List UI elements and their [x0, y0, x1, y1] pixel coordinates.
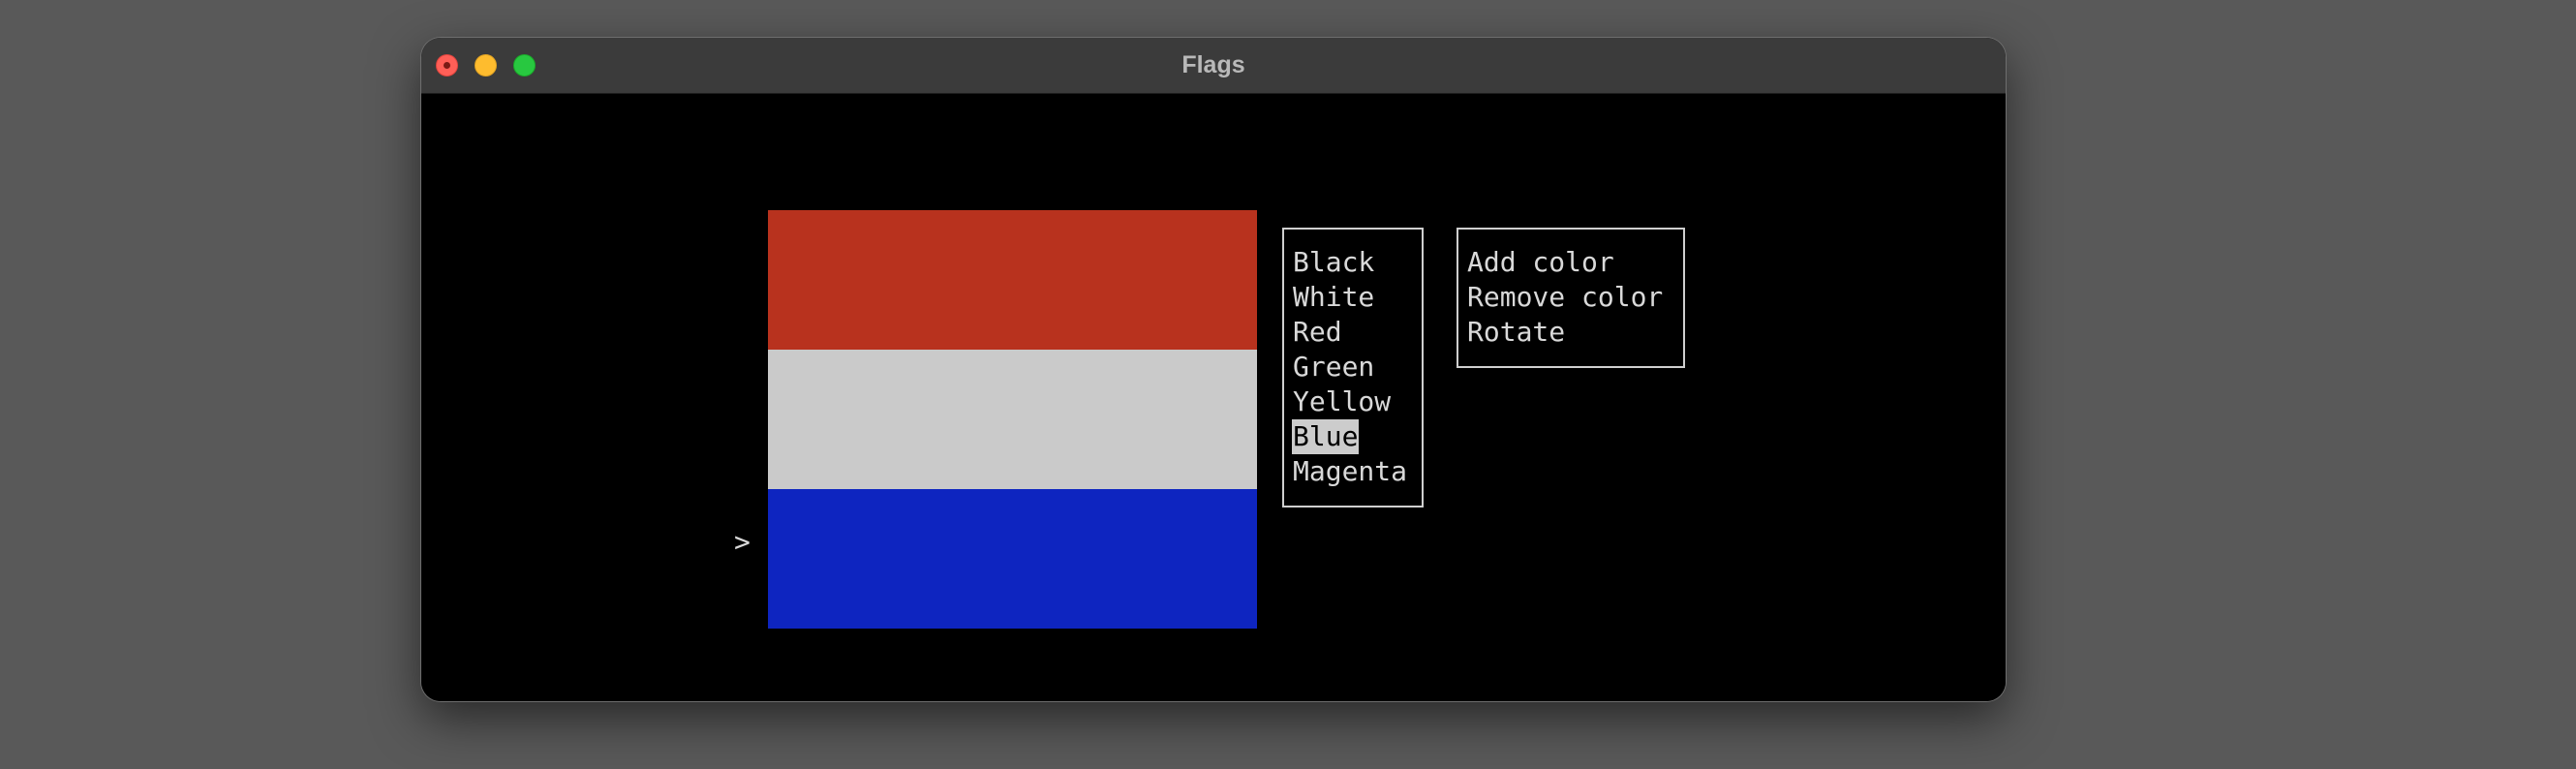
- color-option-label: Black: [1293, 246, 1375, 278]
- color-option-label: Blue: [1292, 419, 1360, 454]
- color-option-red[interactable]: Red: [1292, 315, 1422, 350]
- color-option-black[interactable]: Black: [1292, 245, 1422, 280]
- color-menu: Black White Red Green Yellow Blue Magent…: [1282, 228, 1424, 508]
- color-option-magenta[interactable]: Magenta: [1292, 454, 1422, 489]
- color-option-green[interactable]: Green: [1292, 350, 1422, 384]
- color-option-white[interactable]: White: [1292, 280, 1422, 315]
- action-menu: Add color Remove color Rotate: [1457, 228, 1685, 368]
- flag-stripe-1[interactable]: [768, 210, 1257, 350]
- color-option-label: Yellow: [1293, 385, 1392, 417]
- flag-preview: [768, 210, 1257, 629]
- remove-color-action[interactable]: Remove color: [1466, 280, 1683, 315]
- color-option-yellow[interactable]: Yellow: [1292, 384, 1422, 419]
- action-label: Rotate: [1467, 316, 1566, 348]
- title-bar[interactable]: Flags: [421, 38, 2006, 94]
- stripe-cursor-indicator: >: [734, 526, 751, 558]
- action-label: Remove color: [1467, 281, 1664, 313]
- color-option-label: White: [1293, 281, 1375, 313]
- color-option-blue[interactable]: Blue: [1292, 419, 1422, 454]
- color-option-label: Magenta: [1293, 455, 1408, 487]
- flag-stripe-3[interactable]: [768, 489, 1257, 629]
- window-title: Flags: [1181, 51, 1245, 78]
- color-option-label: Red: [1293, 316, 1342, 348]
- color-option-label: Green: [1293, 351, 1375, 383]
- rotate-action[interactable]: Rotate: [1466, 315, 1683, 350]
- flag-stripe-2[interactable]: [768, 350, 1257, 489]
- app-window: Flags > Black White Red Green Yellow Blu…: [421, 38, 2006, 701]
- add-color-action[interactable]: Add color: [1466, 245, 1683, 280]
- terminal-content: > Black White Red Green Yellow Blue Mage…: [421, 94, 2006, 701]
- action-label: Add color: [1467, 246, 1614, 278]
